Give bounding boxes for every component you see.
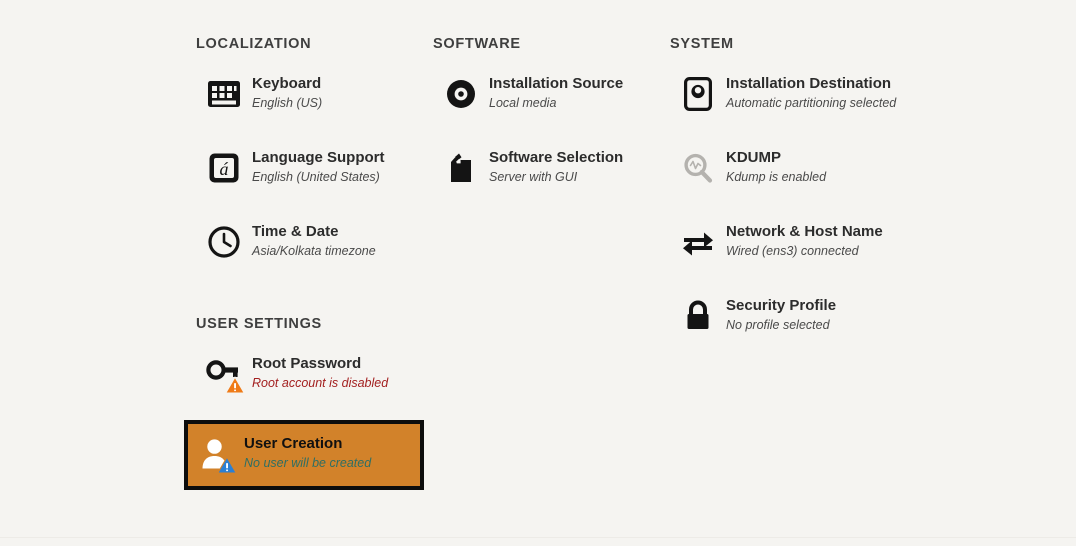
hub-item-text: Installation Source Local media <box>489 74 623 111</box>
user-icon <box>196 434 237 474</box>
hub-item-title: User Creation <box>244 435 343 452</box>
hub-item-subtitle: No user will be created <box>244 456 372 470</box>
hub-item-text: Network & Host Name Wired (ens3) connect… <box>726 222 883 259</box>
section-title-user-settings: USER SETTINGS <box>196 316 322 332</box>
hub-item-text: Time & Date Asia/Kolkata timezone <box>252 222 376 259</box>
hub-item-language-support[interactable]: á Language Support English (United State… <box>196 144 422 192</box>
hub-item-text: Security Profile No profile selected <box>726 296 836 333</box>
hub-item-subtitle: Root account is disabled <box>252 376 389 390</box>
hub-item-security-profile[interactable]: Security Profile No profile selected <box>670 292 970 340</box>
hub-item-user-creation[interactable]: User Creation No user will be created <box>184 420 424 490</box>
lock-icon <box>678 296 718 336</box>
network-icon <box>678 222 718 262</box>
keyboard-icon <box>204 74 244 114</box>
hub-item-title: Software Selection <box>489 149 624 166</box>
section-title-system: SYSTEM <box>670 36 734 52</box>
hub-columns: LOCALIZATION Keyboard English (US) á Lan… <box>0 0 1076 546</box>
hub-item-text: Root Password Root account is disabled <box>252 354 388 391</box>
kdump-search-icon <box>678 148 718 188</box>
svg-text:á: á <box>220 159 229 179</box>
hub-item-title: KDUMP <box>726 149 781 166</box>
hub-item-keyboard[interactable]: Keyboard English (US) <box>196 70 422 118</box>
hub-item-software-selection[interactable]: Software Selection Server with GUI <box>433 144 659 192</box>
hub-item-text: Installation Destination Automatic parti… <box>726 74 896 111</box>
section-title-localization: LOCALIZATION <box>196 36 312 52</box>
section-items-system: Installation Destination Automatic parti… <box>670 70 970 366</box>
language-support-icon: á <box>204 148 244 188</box>
warning-triangle-icon <box>217 456 237 474</box>
hub-item-title: Security Profile <box>726 297 837 314</box>
section-items-localization: Keyboard English (US) á Language Support <box>196 70 422 292</box>
hub-item-title: Installation Destination <box>726 75 892 92</box>
hub-item-title: Keyboard <box>252 75 322 92</box>
hub-item-subtitle: Wired (ens3) connected <box>726 244 859 258</box>
hub-item-installation-source[interactable]: Installation Source Local media <box>433 70 659 118</box>
section-title-software: SOFTWARE <box>433 36 521 52</box>
hub-item-text: User Creation No user will be created <box>244 434 371 471</box>
key-icon <box>204 354 245 394</box>
hub-item-text: Software Selection Server with GUI <box>489 148 623 185</box>
hub-item-kdump[interactable]: KDUMP Kdump is enabled <box>670 144 970 192</box>
hub-item-subtitle: Local media <box>489 96 557 110</box>
hub-item-subtitle: Automatic partitioning selected <box>726 96 897 110</box>
hub-item-subtitle: Asia/Kolkata timezone <box>252 244 376 258</box>
hub-item-text: Keyboard English (US) <box>252 74 322 111</box>
install-source-icon <box>441 74 481 114</box>
hub-item-text: KDUMP Kdump is enabled <box>726 148 826 185</box>
warning-triangle-icon <box>225 376 245 394</box>
hub-item-subtitle: English (United States) <box>252 170 380 184</box>
hub-item-title: Time & Date <box>252 223 339 240</box>
package-icon <box>441 148 481 188</box>
hub-item-subtitle: Server with GUI <box>489 170 578 184</box>
hub-item-installation-destination[interactable]: Installation Destination Automatic parti… <box>670 70 970 118</box>
hub-item-title: Root Password <box>252 355 362 372</box>
hub-item-text: Language Support English (United States) <box>252 148 385 185</box>
hub-item-title: Language Support <box>252 149 385 166</box>
clock-icon <box>204 222 244 262</box>
hub-item-title: Installation Source <box>489 75 624 92</box>
section-items-software: Installation Source Local media Software… <box>433 70 659 218</box>
hub-item-subtitle: English (US) <box>252 96 323 110</box>
hub-item-network-and-host-name[interactable]: Network & Host Name Wired (ens3) connect… <box>670 218 970 266</box>
installation-summary-hub: LOCALIZATION Keyboard English (US) á Lan… <box>0 0 1076 546</box>
hub-item-time-and-date[interactable]: Time & Date Asia/Kolkata timezone <box>196 218 422 266</box>
hard-drive-icon <box>678 74 718 114</box>
hub-item-subtitle: Kdump is enabled <box>726 170 827 184</box>
hub-item-subtitle: No profile selected <box>726 318 830 332</box>
section-items-user-settings: Root Password Root account is disabled U… <box>184 350 424 512</box>
hub-item-title: Network & Host Name <box>726 223 883 240</box>
hub-item-root-password[interactable]: Root Password Root account is disabled <box>196 350 422 398</box>
